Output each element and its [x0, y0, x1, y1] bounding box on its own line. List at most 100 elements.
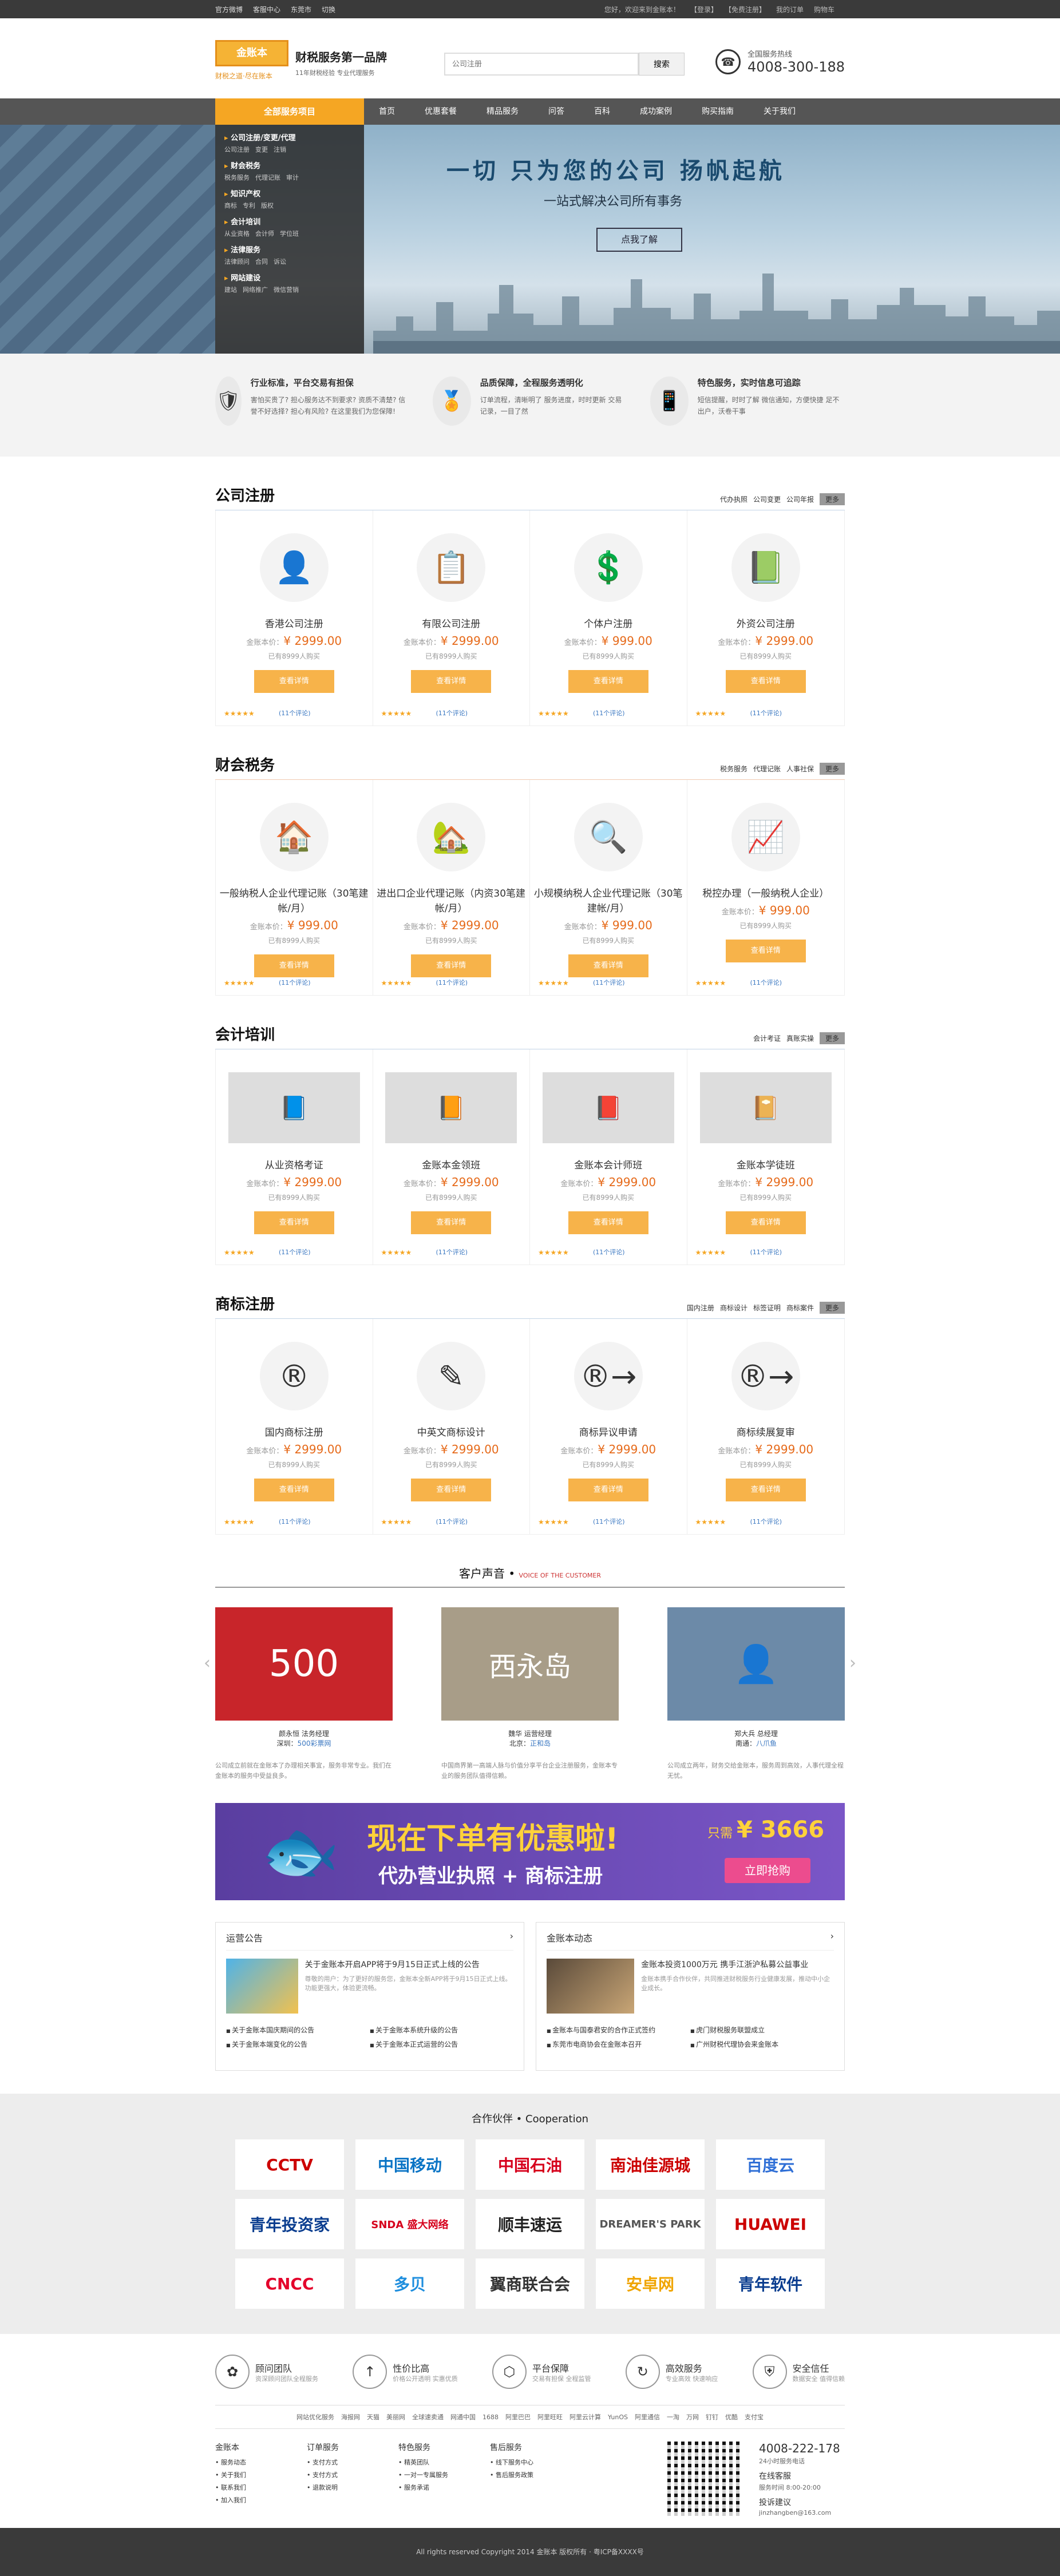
- menu-sub-link[interactable]: 合同: [255, 258, 268, 265]
- footer-link[interactable]: 服务承诺: [398, 2483, 490, 2492]
- footer-link[interactable]: 线下服务中心: [490, 2458, 582, 2467]
- menu-sub-link[interactable]: 商标: [224, 202, 237, 209]
- product-card[interactable]: 🔍 小规模纳税人企业代理记账（30笔建帐/月） 金账本价：¥ 999.00 已有899…: [530, 780, 687, 995]
- weibo-link[interactable]: 官方微博: [215, 6, 243, 14]
- footer-link[interactable]: 售后服务政策: [490, 2470, 582, 2479]
- view-details-button[interactable]: 查看详情: [568, 1479, 648, 1501]
- friend-link[interactable]: 一淘: [667, 2413, 679, 2421]
- view-details-button[interactable]: 查看详情: [725, 670, 806, 693]
- menu-group-title[interactable]: 会计培训: [224, 216, 355, 227]
- partner-logo[interactable]: CCTV: [235, 2139, 344, 2190]
- online-service-link[interactable]: 在线客服: [759, 2470, 840, 2482]
- friend-link[interactable]: 阿里巴巴: [505, 2413, 531, 2421]
- menu-group-title[interactable]: 公司注册/变更/代理: [224, 132, 355, 142]
- all-services-menu[interactable]: 全部服务项目: [215, 98, 364, 125]
- section-link[interactable]: 公司年报: [786, 496, 814, 504]
- friend-link[interactable]: 网站优化服务: [296, 2413, 334, 2421]
- partner-logo[interactable]: 安卓网: [596, 2258, 705, 2309]
- menu-group-title[interactable]: 法律服务: [224, 244, 355, 255]
- more-button[interactable]: 更多: [819, 1302, 845, 1314]
- news-item[interactable]: 金账本与国泰君安的合作正式签约: [547, 2025, 690, 2035]
- section-link[interactable]: 公司变更: [753, 496, 781, 504]
- comment-count-link[interactable]: (11个评论): [593, 1517, 625, 1526]
- section-link[interactable]: 代办执照: [720, 496, 747, 504]
- partner-logo[interactable]: 顺丰速运: [476, 2199, 584, 2249]
- friend-link[interactable]: 天猫: [367, 2413, 379, 2421]
- comment-count-link[interactable]: (11个评论): [750, 1517, 782, 1526]
- menu-sub-link[interactable]: 税务服务: [224, 174, 250, 181]
- comment-count-link[interactable]: (11个评论): [593, 708, 625, 718]
- search-input[interactable]: [444, 53, 639, 76]
- news-thumbnail[interactable]: [226, 1959, 298, 2014]
- footer-link[interactable]: 支付方式: [307, 2458, 398, 2467]
- menu-sub-link[interactable]: 代理记账: [255, 174, 280, 181]
- comment-count-link[interactable]: (11个评论): [279, 1247, 311, 1257]
- company-link[interactable]: 八爪鱼: [756, 1739, 777, 1747]
- buy-now-button[interactable]: 立即抢购: [725, 1858, 810, 1883]
- product-card[interactable]: ✎ 中英文商标设计 金账本价：¥ 2999.00 已有8999人购买 查看详情 ★★★★★…: [373, 1319, 530, 1534]
- section-link[interactable]: 人事社保: [786, 765, 814, 773]
- footer-link[interactable]: 精英团队: [398, 2458, 490, 2467]
- footer-link[interactable]: 退款说明: [307, 2483, 398, 2492]
- menu-sub-link[interactable]: 公司注册: [224, 146, 250, 153]
- view-details-button[interactable]: 查看详情: [725, 940, 806, 962]
- menu-sub-link[interactable]: 版权: [261, 202, 274, 209]
- comment-count-link[interactable]: (11个评论): [436, 708, 468, 718]
- view-details-button[interactable]: 查看详情: [254, 670, 334, 693]
- product-name[interactable]: 个体户注册: [530, 617, 687, 632]
- product-card[interactable]: 🏡 进出口企业代理记账（内资30笔建帐/月） 金账本价：¥ 2999.00 已有899…: [373, 780, 530, 995]
- friend-link[interactable]: 万网: [686, 2413, 699, 2421]
- view-details-button[interactable]: 查看详情: [568, 1211, 648, 1234]
- menu-sub-link[interactable]: 变更: [255, 146, 268, 153]
- search-button[interactable]: 搜索: [639, 53, 685, 76]
- product-name[interactable]: 税控办理（一般纳税人企业）: [687, 886, 845, 901]
- product-name[interactable]: 金账本金领班: [373, 1158, 530, 1173]
- promo-banner[interactable]: 🐟 现在下单有优惠啦! 代办营业执照 + 商标注册 只需 ¥ 3666 立即抢购: [215, 1803, 845, 1900]
- comment-count-link[interactable]: (11个评论): [436, 1247, 468, 1257]
- product-card[interactable]: 💲 个体户注册 金账本价：¥ 999.00 已有8999人购买 查看详情 ★★★★★ (11…: [530, 510, 687, 726]
- news-item[interactable]: 关于金账本系统升级的公告: [370, 2025, 513, 2035]
- partner-logo[interactable]: 中国石油: [476, 2139, 584, 2190]
- view-details-button[interactable]: 查看详情: [411, 954, 492, 977]
- comment-count-link[interactable]: (11个评论): [750, 978, 782, 987]
- section-link[interactable]: 税务服务: [720, 765, 747, 773]
- footer-link[interactable]: 服务动态: [215, 2458, 307, 2467]
- news-item[interactable]: 关于金账本正式运营的公告: [370, 2039, 513, 2049]
- product-name[interactable]: 进出口企业代理记账（内资30笔建帐/月）: [373, 886, 530, 916]
- menu-sub-link[interactable]: 学位班: [280, 230, 299, 237]
- news-headline[interactable]: 关于金账本开启APP将于9月15日正式上线的公告: [305, 1959, 513, 1970]
- view-details-button[interactable]: 查看详情: [725, 1211, 806, 1234]
- product-name[interactable]: 商标续展复审: [687, 1425, 845, 1440]
- more-button[interactable]: 更多: [819, 763, 845, 775]
- service-center-link[interactable]: 客服中心: [253, 6, 280, 14]
- next-arrow-icon[interactable]: ›: [849, 1653, 856, 1673]
- menu-sub-link[interactable]: 注销: [274, 146, 286, 153]
- partner-logo[interactable]: 南油佳源城: [596, 2139, 705, 2190]
- partner-logo[interactable]: 百度云: [716, 2139, 825, 2190]
- friend-link[interactable]: 支付宝: [745, 2413, 764, 2421]
- product-card[interactable]: 📋 有限公司注册 金账本价：¥ 2999.00 已有8999人购买 查看详情 ★★★★★ (…: [373, 510, 530, 726]
- product-card[interactable]: ®→ 商标续展复审 金账本价：¥ 2999.00 已有8999人购买 查看详情 ★★★★★…: [687, 1319, 845, 1534]
- menu-sub-link[interactable]: 专利: [243, 202, 255, 209]
- company-link[interactable]: 正和岛: [530, 1739, 551, 1747]
- product-name[interactable]: 国内商标注册: [216, 1425, 373, 1440]
- more-button[interactable]: 更多: [819, 1032, 845, 1044]
- view-details-button[interactable]: 查看详情: [568, 954, 648, 977]
- friend-link[interactable]: 阿里旺旺: [537, 2413, 563, 2421]
- more-arrow-icon[interactable]: ›: [510, 1931, 513, 1944]
- friend-link[interactable]: 阿里通信: [635, 2413, 660, 2421]
- menu-sub-link[interactable]: 从业资格: [224, 230, 250, 237]
- register-link[interactable]: 【免费注册】: [728, 6, 766, 14]
- product-card[interactable]: 🏠 一般纳税人企业代理记账（30笔建帐/月） 金账本价：¥ 999.00 已有8999…: [216, 780, 373, 995]
- product-card[interactable]: 📗 外资公司注册 金账本价：¥ 2999.00 已有8999人购买 查看详情 ★★★★★ (…: [687, 510, 845, 726]
- comment-count-link[interactable]: (11个评论): [750, 1247, 782, 1257]
- footer-link[interactable]: 一对一专属服务: [398, 2470, 490, 2479]
- menu-group-title[interactable]: 财会税务: [224, 160, 355, 171]
- product-name[interactable]: 小规模纳税人企业代理记账（30笔建帐/月）: [530, 886, 687, 916]
- comment-count-link[interactable]: (11个评论): [593, 978, 625, 987]
- news-item[interactable]: 虎门财税服务联盟成立: [690, 2025, 834, 2035]
- comment-count-link[interactable]: (11个评论): [279, 1517, 311, 1526]
- news-thumbnail[interactable]: [547, 1959, 635, 2014]
- partner-logo[interactable]: 青年投资家: [235, 2199, 344, 2249]
- menu-sub-link[interactable]: 诉讼: [274, 258, 286, 265]
